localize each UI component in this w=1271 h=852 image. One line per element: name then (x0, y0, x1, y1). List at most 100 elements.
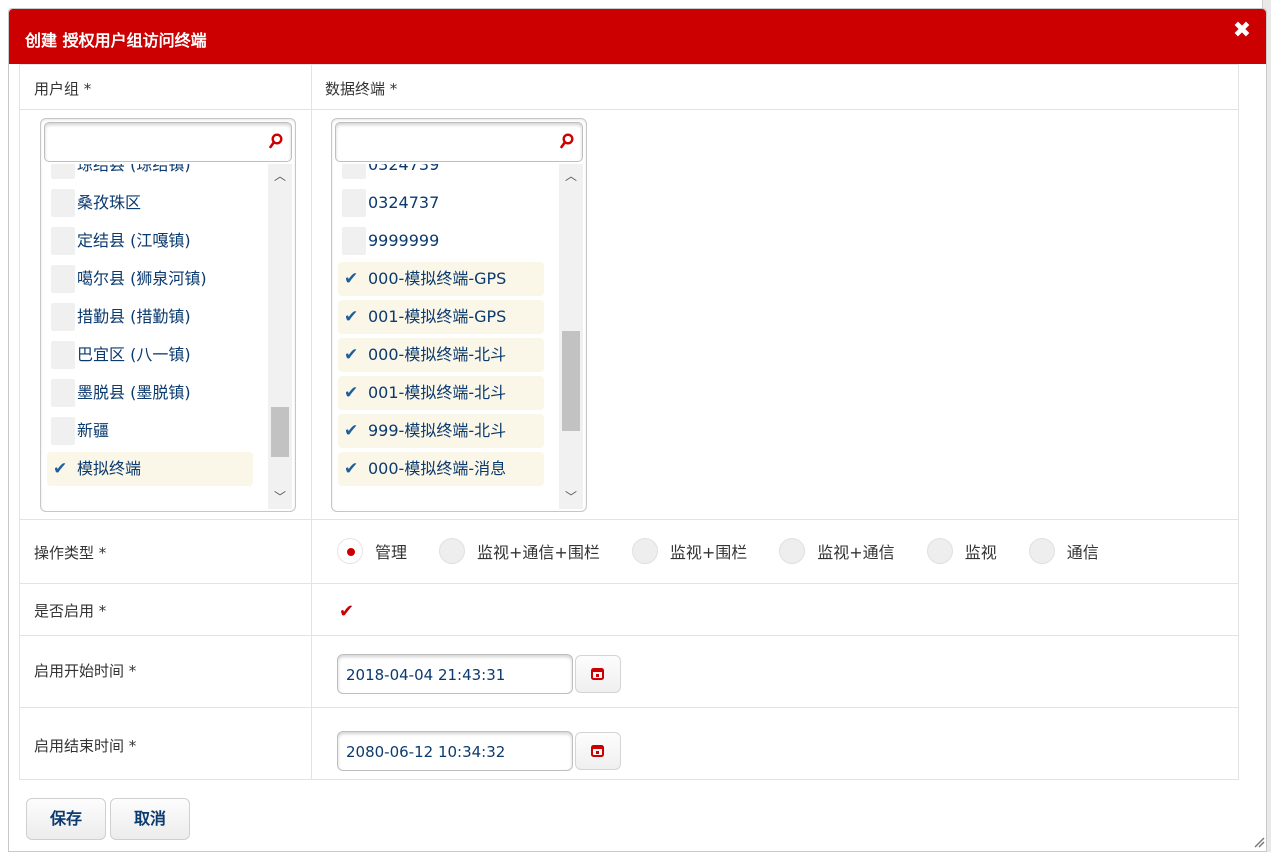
checkbox[interactable] (342, 188, 366, 217)
radio-label: 监视+通信 (817, 543, 895, 562)
operation-type-row: 操作类型 * 管理 监视+通信+围栏 监视+围栏 监视+通信 监视 通信 (20, 520, 1238, 584)
user-group-items: 琼结县 (琼结镇) 桑孜珠区定结县 (江嘎镇) 噶尔县 (狮泉河镇) 措勤县 (措勤镇… (41, 164, 267, 509)
search-icon[interactable] (560, 133, 574, 149)
scrollbar-thumb[interactable] (271, 406, 289, 457)
enabled-checkbox[interactable]: ✔ (339, 601, 361, 623)
list-item[interactable]: ✔ 001-模拟终端-GPS (338, 300, 544, 334)
list-item[interactable]: 新疆 (47, 414, 253, 448)
chevron-up-icon[interactable]: ︿ (559, 166, 583, 186)
radio-button[interactable] (1028, 538, 1055, 564)
data-terminal-search-input[interactable] (335, 122, 583, 162)
list-item[interactable]: 定结县 (江嘎镇) (47, 224, 253, 258)
resize-grip-icon[interactable] (1253, 836, 1265, 848)
checkbox[interactable] (342, 455, 366, 483)
list-item-label: 墨脱县 (墨脱镇) (77, 383, 191, 402)
operation-type-radio[interactable]: 通信 (1028, 538, 1099, 564)
checkbox[interactable] (51, 302, 75, 331)
cancel-button[interactable]: 取消 (110, 798, 190, 840)
list-item[interactable]: 措勤县 (措勤镇) (47, 300, 253, 334)
radio-button[interactable] (439, 538, 466, 564)
list-item[interactable]: ✔ 999-模拟终端-北斗 (338, 414, 544, 448)
list-item[interactable]: 噶尔县 (狮泉河镇) (47, 262, 253, 296)
data-terminal-label: 数据终端 * (325, 80, 398, 98)
list-item[interactable]: 0324739 (338, 164, 544, 182)
chevron-down-icon[interactable]: ﹀ (559, 487, 583, 507)
checkbox[interactable] (51, 340, 75, 369)
checkbox[interactable] (51, 455, 75, 483)
radio-button[interactable] (779, 538, 806, 564)
data-terminal-list: 0324739 0324737 9999999 ✔ 000-模拟终端-GPS ✔ 001-模… (331, 118, 587, 512)
radio-label: 监视+通信+围栏 (477, 543, 600, 562)
scrollbar-thumb[interactable] (562, 330, 580, 431)
list-item[interactable]: 墨脱县 (墨脱镇) (47, 376, 253, 410)
checkbox[interactable] (342, 265, 366, 293)
list-item[interactable]: ✔ 001-模拟终端-北斗 (338, 376, 544, 410)
user-group-scrollbar[interactable]: ︿ ﹀ (268, 164, 292, 509)
radio-label: 监视+围栏 (669, 543, 748, 562)
checkbox[interactable] (342, 303, 366, 331)
checkbox[interactable] (342, 341, 366, 369)
list-item-label: 000-模拟终端-北斗 (368, 345, 507, 364)
start-time-input[interactable]: 2018-04-04 21:43:31 (337, 654, 573, 694)
checkbox[interactable] (51, 164, 75, 179)
list-item[interactable]: 0324737 (338, 186, 544, 220)
operation-type-radio[interactable]: 监视+通信+围栏 (439, 538, 600, 564)
user-group-label: 用户组 * (34, 80, 92, 98)
list-item[interactable]: ✔ 000-模拟终端-北斗 (338, 338, 544, 372)
checkbox[interactable] (342, 379, 366, 407)
list-item-label: 定结县 (江嘎镇) (77, 231, 191, 250)
radio-button[interactable] (337, 538, 363, 564)
checkbox[interactable] (51, 226, 75, 255)
checkbox[interactable] (342, 417, 366, 445)
list-item[interactable]: ✔ 模拟终端 (47, 452, 253, 486)
list-item-label: 9999999 (368, 231, 440, 250)
checkbox[interactable] (342, 164, 366, 179)
checkbox[interactable] (51, 264, 75, 293)
list-item-label: 000-模拟终端-消息 (368, 459, 507, 478)
end-time-row: 启用结束时间 * 2080-06-12 10:34:32 (20, 708, 1238, 781)
radio-button[interactable] (631, 538, 658, 564)
operation-type-radio[interactable]: 监视+围栏 (631, 538, 748, 564)
list-item-label: 巴宜区 (八一镇) (77, 345, 191, 364)
end-time-calendar-button[interactable] (575, 732, 621, 770)
search-icon[interactable] (269, 133, 283, 149)
list-item-label: 001-模拟终端-GPS (368, 307, 507, 326)
start-time-label: 启用开始时间 * (34, 662, 137, 680)
save-button[interactable]: 保存 (26, 798, 106, 840)
user-group-search-input[interactable] (44, 122, 292, 162)
data-terminal-items: 0324739 0324737 9999999 ✔ 000-模拟终端-GPS ✔ 001-模… (332, 164, 558, 509)
operation-type-radio[interactable]: 管理 (337, 538, 407, 564)
operation-type-radio[interactable]: 监视 (926, 538, 997, 564)
list-item[interactable]: ✔ 000-模拟终端-消息 (338, 452, 544, 486)
enabled-label: 是否启用 * (34, 602, 107, 620)
operation-type-radio[interactable]: 监视+通信 (779, 538, 895, 564)
list-item[interactable]: 桑孜珠区 (47, 186, 253, 220)
list-item[interactable]: 琼结县 (琼结镇) (47, 164, 253, 182)
checkbox[interactable] (51, 416, 75, 445)
checkbox[interactable] (51, 188, 75, 217)
list-item-label: 0324739 (368, 164, 440, 174)
calendar-icon (591, 668, 604, 680)
list-item-label: 措勤县 (措勤镇) (77, 307, 191, 326)
list-item[interactable]: 巴宜区 (八一镇) (47, 338, 253, 372)
list-item-label: 0324737 (368, 193, 440, 212)
list-item[interactable]: 9999999 (338, 224, 544, 258)
checkbox[interactable] (342, 226, 366, 255)
radio-label: 监视 (964, 543, 997, 562)
start-time-row: 启用开始时间 * 2018-04-04 21:43:31 (20, 636, 1238, 708)
start-time-calendar-button[interactable] (575, 655, 621, 693)
end-time-input[interactable]: 2080-06-12 10:34:32 (337, 731, 573, 771)
checkbox[interactable] (51, 378, 75, 407)
chevron-down-icon[interactable]: ﹀ (268, 487, 292, 507)
chevron-up-icon[interactable]: ︿ (268, 166, 292, 186)
close-icon[interactable]: ✖ (1230, 19, 1254, 43)
user-group-list: 琼结县 (琼结镇) 桑孜珠区定结县 (江嘎镇) 噶尔县 (狮泉河镇) 措勤县 (措勤镇… (40, 118, 296, 512)
radio-label: 管理 (375, 543, 408, 562)
header-row: 用户组 * 数据终端 * (20, 65, 1238, 110)
list-item[interactable]: ✔ 000-模拟终端-GPS (338, 262, 544, 296)
list-item-label: 模拟终端 (77, 459, 142, 478)
list-item-label: 新疆 (77, 421, 110, 440)
radio-button[interactable] (926, 538, 953, 564)
data-terminal-scrollbar[interactable]: ︿ ﹀ (559, 164, 583, 509)
radio-label: 通信 (1066, 543, 1099, 562)
